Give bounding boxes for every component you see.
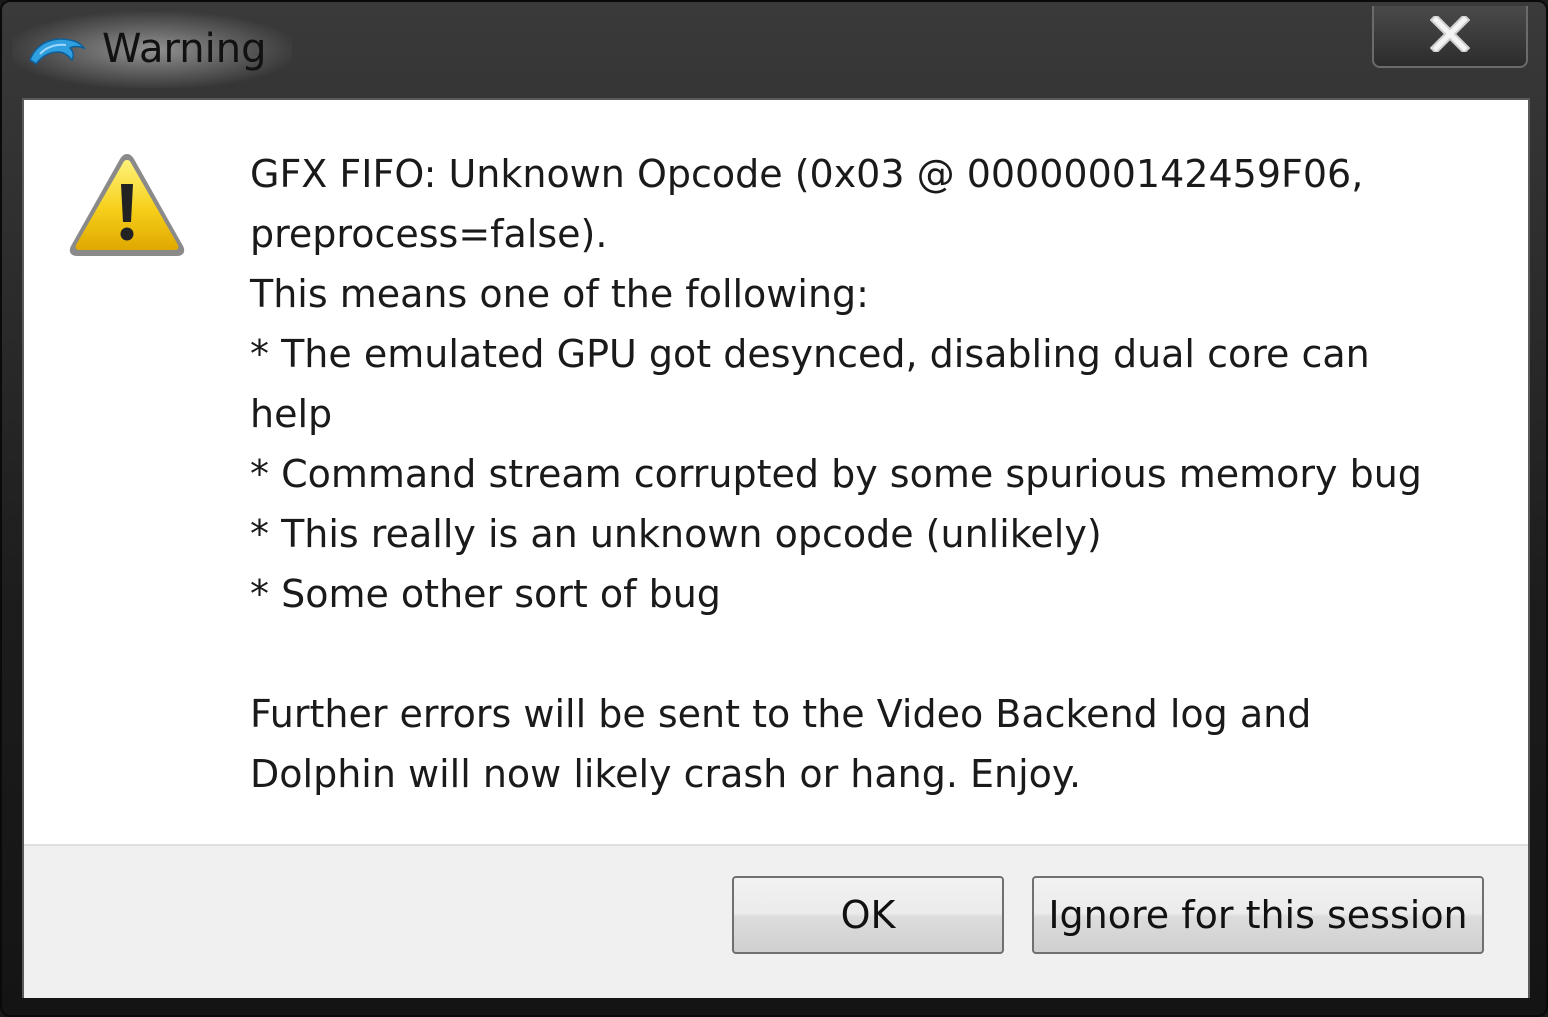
dialog-client-area: GFX FIFO: Unknown Opcode (0x03 @ 0000000… — [22, 98, 1530, 998]
message-line: This means one of the following: — [250, 272, 869, 316]
ok-button[interactable]: OK — [732, 876, 1004, 954]
message-line: * Some other sort of bug — [250, 572, 721, 616]
close-icon — [1429, 13, 1471, 56]
warning-icon — [66, 150, 188, 260]
dialog-window: Warning GFX FIFO: Unknown Opcode (0x03 @… — [0, 0, 1548, 1017]
close-button[interactable] — [1372, 6, 1528, 68]
message-line: * Command stream corrupted by some spuri… — [250, 452, 1422, 496]
message-line: * The emulated GPU got desynced, disabli… — [250, 332, 1370, 376]
ignore-session-button[interactable]: Ignore for this session — [1032, 876, 1484, 954]
window-title: Warning — [102, 26, 267, 72]
message-line: GFX FIFO: Unknown Opcode (0x03 @ 0000000… — [250, 152, 1364, 196]
button-bar: OK Ignore for this session — [24, 844, 1528, 998]
message-line: help — [250, 392, 333, 436]
message-line: Dolphin will now likely crash or hang. E… — [250, 752, 1082, 796]
message-line: * This really is an unknown opcode (unli… — [250, 512, 1102, 556]
title-bar[interactable]: Warning — [2, 2, 1546, 98]
warning-message: GFX FIFO: Unknown Opcode (0x03 @ 0000000… — [250, 144, 1490, 804]
message-line: Further errors will be sent to the Video… — [250, 692, 1312, 736]
message-line: preprocess=false). — [250, 212, 608, 256]
dolphin-icon — [26, 30, 87, 70]
